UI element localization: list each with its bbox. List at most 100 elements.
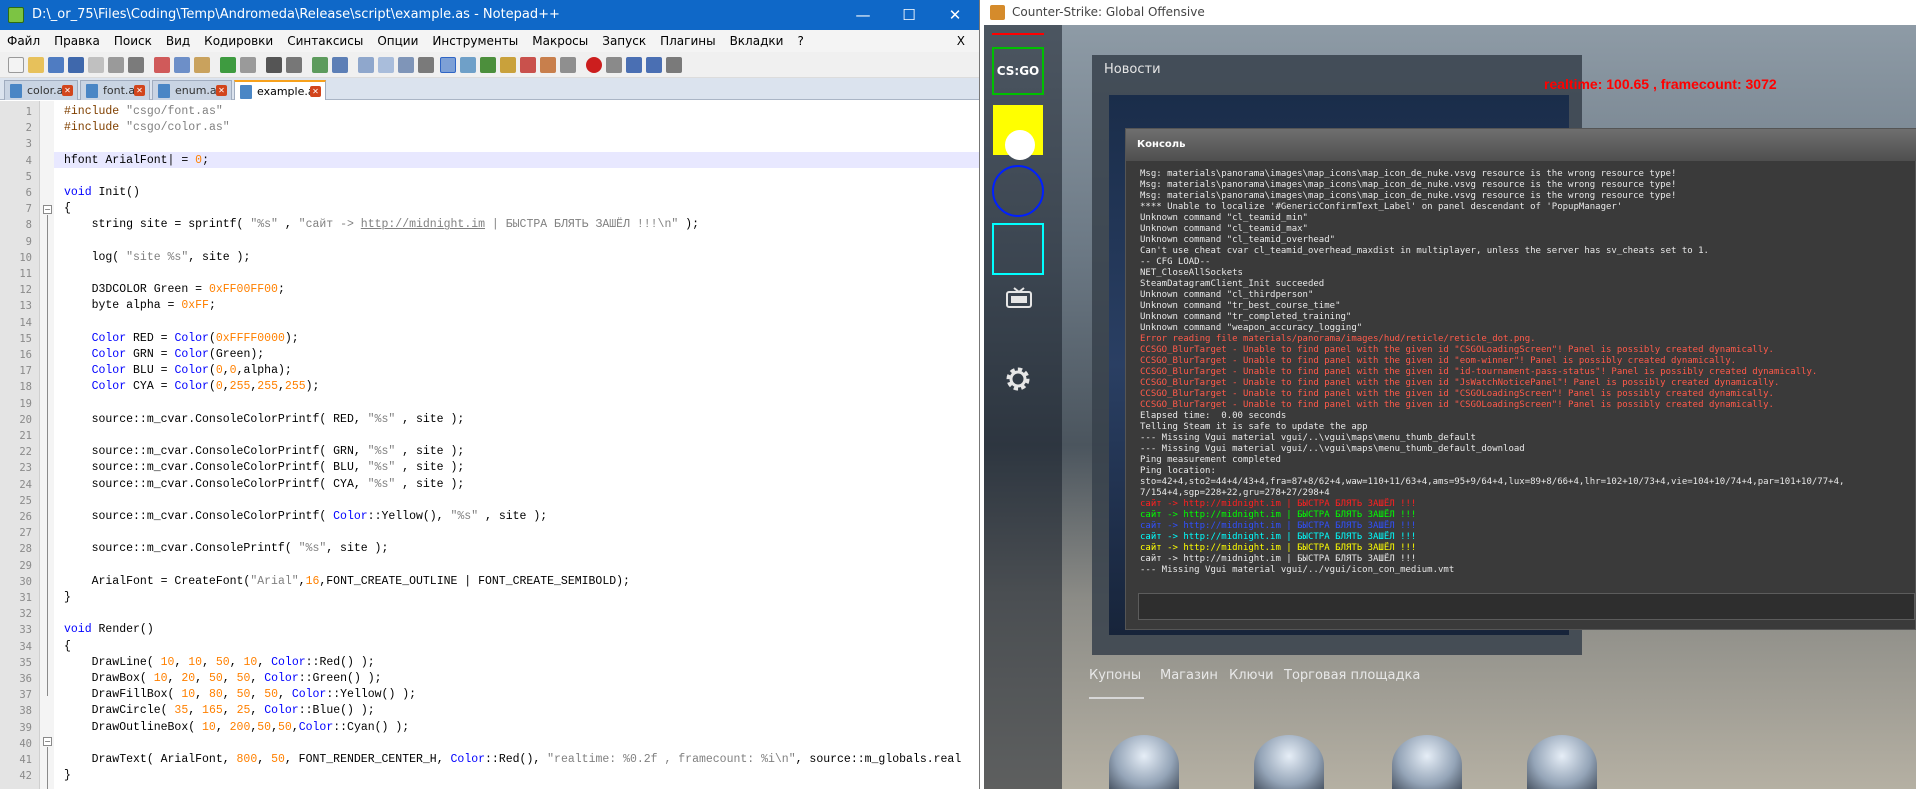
store-item[interactable]: [1109, 735, 1179, 789]
fold-toggle-init[interactable]: −: [43, 205, 52, 214]
replace-icon[interactable]: [286, 57, 302, 73]
open-file-icon[interactable]: [28, 57, 44, 73]
code-token: ,: [250, 688, 265, 702]
sync-vertical-icon[interactable]: [358, 57, 374, 73]
menu-plugins[interactable]: Плагины: [653, 30, 722, 52]
line-number: 25: [19, 494, 32, 507]
indent-guide-icon[interactable]: [440, 57, 456, 73]
line-number: 11: [19, 268, 32, 280]
code-token: DrawBox(: [64, 672, 154, 685]
save-icon[interactable]: [48, 57, 64, 73]
code-line: #include "csgo/font.as": [64, 104, 223, 120]
folder-workspace-icon[interactable]: [520, 57, 536, 73]
close-document-button[interactable]: X: [950, 30, 972, 52]
store-item[interactable]: [1527, 735, 1597, 789]
preview-icon[interactable]: [560, 57, 576, 73]
record-macro-icon[interactable]: [586, 57, 602, 73]
zoom-in-icon[interactable]: [312, 57, 328, 73]
menu-view[interactable]: Вид: [159, 30, 197, 52]
close-file-icon[interactable]: [88, 57, 104, 73]
minimize-button[interactable]: —: [840, 0, 886, 30]
save-all-icon[interactable]: [68, 57, 84, 73]
copy-icon[interactable]: [174, 57, 190, 73]
code-token: Color: [64, 331, 127, 345]
undo-icon[interactable]: [220, 57, 236, 73]
stop-macro-icon[interactable]: [606, 57, 622, 73]
tab-keys[interactable]: Ключи: [1229, 668, 1274, 683]
fold-guide: [47, 215, 48, 696]
code-line: source::m_cvar.ConsoleColorPrintf( GRN, …: [64, 444, 465, 460]
close-button[interactable]: ✕: [932, 0, 978, 30]
code-token: ,: [229, 655, 244, 669]
udl-icon[interactable]: [460, 57, 476, 73]
show-all-chars-icon[interactable]: [418, 57, 434, 73]
menu-search[interactable]: Поиск: [107, 30, 159, 52]
realtime-overlay-text: realtime: 100.65 , framecount: 3072: [1544, 76, 1777, 92]
code-token: ,: [298, 574, 306, 588]
play-macro-icon[interactable]: [626, 57, 642, 73]
code-token: log(: [64, 250, 127, 264]
code-line: log( "site %s", site );: [64, 250, 251, 266]
settings-gear-icon[interactable]: [1004, 365, 1032, 393]
code-token: Color: [291, 688, 327, 702]
menu-settings[interactable]: Опции: [370, 30, 425, 52]
line-number: 35: [19, 656, 32, 669]
menu-edit[interactable]: Правка: [47, 30, 107, 52]
tab-close-icon[interactable]: ✕: [62, 85, 73, 96]
tab-store[interactable]: Магазин: [1160, 668, 1218, 683]
line-number: 40: [19, 737, 32, 750]
tab-enum-as[interactable]: enum.as ✕: [152, 80, 232, 100]
line-number: 8: [25, 219, 32, 232]
cut-icon[interactable]: [154, 57, 170, 73]
find-icon[interactable]: [266, 57, 282, 73]
code-token: , site );: [395, 445, 465, 459]
sync-horizontal-icon[interactable]: [378, 57, 394, 73]
console-log: Msg: materials\panorama\images\map_icons…: [1140, 169, 1916, 605]
tab-coupons[interactable]: Купоны: [1089, 668, 1141, 683]
monitoring-icon[interactable]: [540, 57, 556, 73]
play-multiple-icon[interactable]: [646, 57, 662, 73]
word-wrap-icon[interactable]: [398, 57, 414, 73]
menu-macro[interactable]: Макросы: [525, 30, 595, 52]
close-all-icon[interactable]: [108, 57, 124, 73]
paste-icon[interactable]: [194, 57, 210, 73]
store-item[interactable]: [1254, 735, 1324, 789]
tab-close-icon[interactable]: ✕: [134, 85, 145, 96]
menu-window[interactable]: Вкладки: [723, 30, 791, 52]
menu-help[interactable]: ?: [790, 30, 810, 52]
print-icon[interactable]: [128, 57, 144, 73]
tab-color-as[interactable]: color.as ✕: [4, 80, 78, 100]
menu-language[interactable]: Синтаксисы: [280, 30, 370, 52]
code-token: void: [64, 186, 99, 199]
console-input[interactable]: [1138, 593, 1915, 620]
function-list-icon[interactable]: [500, 57, 516, 73]
save-macro-icon[interactable]: [666, 57, 682, 73]
line-number: 29: [19, 559, 32, 572]
line-number: 16: [19, 349, 32, 361]
code-token: 50: [257, 720, 272, 734]
zoom-out-icon[interactable]: [332, 57, 348, 73]
csgo-logo[interactable]: CS:GO: [992, 47, 1044, 95]
tab-close-icon[interactable]: ✕: [310, 86, 321, 97]
store-item[interactable]: [1392, 735, 1462, 789]
redo-icon[interactable]: [240, 57, 256, 73]
tv-icon[interactable]: [1006, 287, 1032, 309]
fold-toggle-render[interactable]: −: [43, 737, 52, 746]
maximize-button[interactable]: ☐: [886, 0, 932, 30]
menu-run[interactable]: Запуск: [595, 30, 653, 52]
console-line: CCSGO_BlurTarget - Unable to find panel …: [1140, 356, 1737, 366]
menu-encoding[interactable]: Кодировки: [197, 30, 280, 52]
doc-map-icon[interactable]: [480, 57, 496, 73]
code-line: ArialFont = CreateFont("Arial",16,FONT_C…: [64, 574, 630, 590]
code-token: string site = sprintf(: [64, 218, 251, 232]
code-token: ,: [278, 688, 292, 702]
code-editor[interactable]: − − 1 2 3 4 5 6 7 8 9 10 11 12 13 14 15 16 17 18 19 20 21 22 2…: [0, 101, 979, 789]
new-file-icon[interactable]: [8, 57, 24, 73]
tab-close-icon[interactable]: ✕: [216, 85, 227, 96]
console-line: сайт -> http://midnight.im | БЫСТРА БЛЯТ…: [1140, 510, 1417, 520]
tab-example-as[interactable]: example.as ✕: [234, 80, 326, 100]
menu-tools[interactable]: Инструменты: [425, 30, 525, 52]
tab-font-as[interactable]: font.as ✕: [80, 80, 150, 100]
tab-market[interactable]: Торговая площадка: [1284, 668, 1420, 683]
menu-file[interactable]: Файл: [0, 30, 47, 52]
